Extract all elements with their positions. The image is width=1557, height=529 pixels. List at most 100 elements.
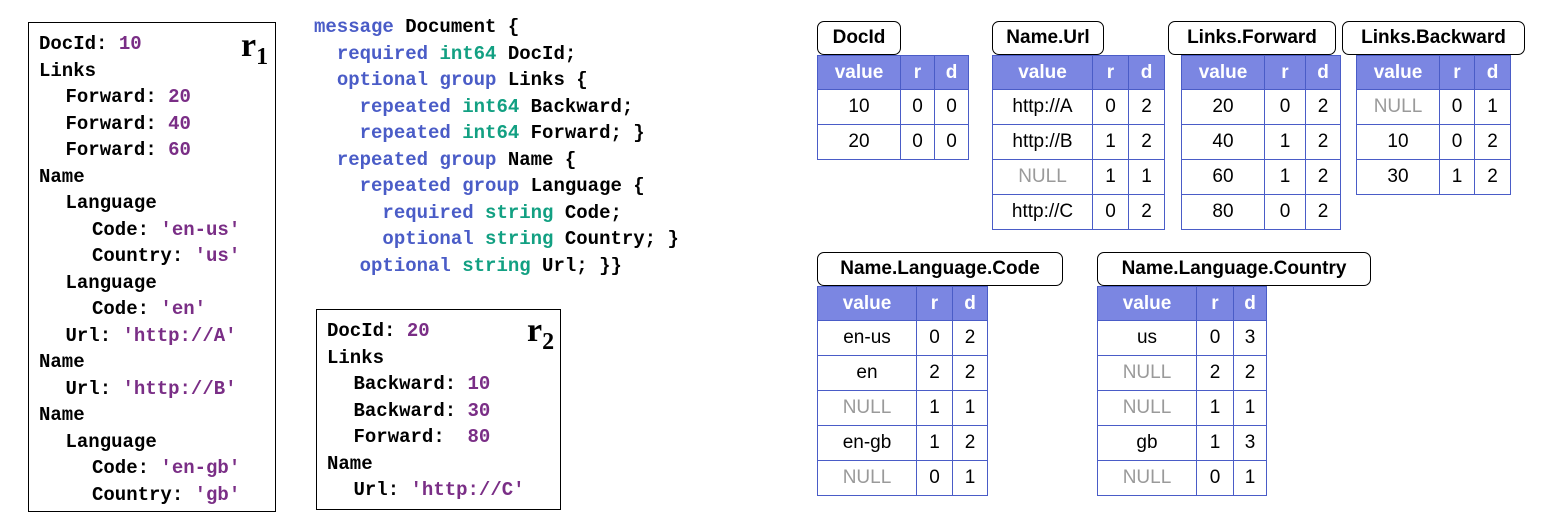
column-header-value: value <box>1097 286 1197 321</box>
cell-repetition-level: 0 <box>916 320 953 356</box>
field-name: Code: <box>92 298 150 320</box>
field-name: Url: <box>65 377 112 400</box>
cell-repetition-level: 1 <box>1196 425 1234 461</box>
schema-line: repeated int64 Forward; } <box>314 120 679 147</box>
column-title-name-language-code: Name.Language.Code <box>817 252 1063 286</box>
cell-repetition-level: 0 <box>1092 194 1129 230</box>
field-name: Backward: <box>353 399 457 422</box>
record-line: Code: 'en-gb' <box>92 455 240 482</box>
cell-value: NULL <box>817 460 917 496</box>
cell-repetition-level: 1 <box>916 390 953 426</box>
cell-value: http://C <box>992 194 1093 230</box>
record-r2-tag-letter: r <box>527 312 543 349</box>
table-row: http://A 0 2 <box>992 89 1165 125</box>
cell-value: http://B <box>992 124 1093 160</box>
record-line: Code: 'en-us' <box>92 217 240 244</box>
schema-keyword: group <box>462 175 520 197</box>
record-line: DocId: 20 <box>327 318 430 345</box>
field-name: Name <box>39 404 85 426</box>
column-header-value: value <box>992 55 1093 90</box>
schema-keyword: required <box>382 201 474 224</box>
cell-definition-level: 3 <box>1233 320 1267 356</box>
table-row: NULL 1 1 <box>817 390 988 426</box>
record-r2-tag: r2 <box>527 314 554 359</box>
table-row: 40 1 2 <box>1181 124 1341 160</box>
cell-definition-level: 1 <box>952 390 988 426</box>
schema-text <box>314 228 382 250</box>
cell-value: NULL <box>1097 390 1197 426</box>
cell-definition-level: 2 <box>952 355 988 391</box>
schema-keyword: group <box>439 148 497 171</box>
cell-definition-level: 2 <box>1305 194 1341 230</box>
cell-value: en-us <box>817 320 917 356</box>
column-table-docid: value r d 10 0 0 20 0 0 <box>817 55 969 160</box>
cell-definition-level: 2 <box>1305 89 1341 125</box>
field-name: DocId: <box>39 33 108 55</box>
schema-keyword: repeated <box>359 95 451 118</box>
cell-definition-level: 2 <box>952 425 988 461</box>
record-line: Links <box>327 345 384 372</box>
cell-repetition-level: 0 <box>1196 320 1234 356</box>
schema-text <box>451 175 462 197</box>
column-table-links-backward: value r d NULL 0 1 10 0 2 30 1 2 <box>1356 55 1511 195</box>
record-line: Url: 'http://A' <box>66 323 237 350</box>
field-name: Name <box>39 351 85 373</box>
schema-line: required string Code; <box>314 200 679 227</box>
schema-type: string <box>485 228 554 250</box>
record-line: Country: 'gb' <box>92 482 240 509</box>
field-name: Country: <box>92 483 184 506</box>
column-title-name-language-country: Name.Language.Country <box>1097 252 1371 286</box>
cell-definition-level: 1 <box>1474 89 1511 125</box>
field-name: Language <box>65 430 157 453</box>
table-row: 30 1 2 <box>1356 159 1511 195</box>
field-value: 60 <box>168 139 191 161</box>
schema-text: Country; } <box>553 228 679 250</box>
table-row: NULL 0 1 <box>817 460 988 496</box>
cell-value: gb <box>1097 425 1197 461</box>
column-table-name-language-code: value r d en-us 0 2 en 2 2 NULL 1 1 en-gb 1 2 NULL 0 1 <box>817 286 988 496</box>
schema-text: Backward; <box>519 95 634 118</box>
record-line: Language <box>66 270 157 297</box>
column-header-d: d <box>952 286 988 321</box>
field-name: Forward: <box>65 86 157 108</box>
record-line: Code: 'en' <box>92 296 206 323</box>
cell-definition-level: 2 <box>1233 355 1267 391</box>
schema-text <box>314 255 360 277</box>
table-row: NULL 1 1 <box>992 159 1165 195</box>
cell-value: 20 <box>817 124 901 160</box>
record-r1-tag-sub: 1 <box>256 44 269 70</box>
cell-repetition-level: 1 <box>916 425 953 461</box>
schema-text <box>314 96 360 118</box>
column-table-links-forward: value r d 20 0 2 40 1 2 60 1 2 80 0 2 <box>1181 55 1341 230</box>
field-name: Country: <box>92 245 184 267</box>
record-r1-tag-letter: r <box>241 27 257 64</box>
cell-value: NULL <box>1356 89 1440 125</box>
column-table-name-url: value r d http://A 0 2 http://B 1 2 NULL 1 1 http://… <box>992 55 1165 230</box>
field-value: 'gb' <box>194 483 241 506</box>
cell-repetition-level: 1 <box>1264 124 1306 160</box>
schema-type: int64 <box>462 95 520 118</box>
table-row: 20 0 2 <box>1181 89 1341 125</box>
schema-text <box>314 69 337 91</box>
cell-repetition-level: 2 <box>916 355 953 391</box>
column-title-name-url: Name.Url <box>992 21 1104 55</box>
cell-repetition-level: 0 <box>1264 194 1306 230</box>
column-header-r: r <box>1196 286 1234 321</box>
field-name: Language <box>65 192 157 214</box>
record-r2-box: r2 DocId: 20 Links Backward: 10 Backward: 3… <box>316 309 561 510</box>
column-header-value: value <box>817 55 901 90</box>
record-line: Country: 'us' <box>92 243 240 270</box>
schema-line: repeated group Name { <box>314 147 679 174</box>
cell-definition-level: 2 <box>1128 89 1165 125</box>
cell-definition-level: 2 <box>1474 124 1511 160</box>
cell-definition-level: 2 <box>1305 159 1341 195</box>
schema-line: optional group Links { <box>314 67 679 94</box>
schema-text <box>451 96 462 118</box>
cell-definition-level: 1 <box>952 460 988 496</box>
field-value: 'http://A' <box>122 324 237 347</box>
cell-value: us <box>1097 320 1197 356</box>
field-value: 40 <box>168 112 191 135</box>
cell-repetition-level: 0 <box>900 124 935 160</box>
record-line: Language <box>66 190 157 217</box>
table-row: http://B 1 2 <box>992 124 1165 160</box>
